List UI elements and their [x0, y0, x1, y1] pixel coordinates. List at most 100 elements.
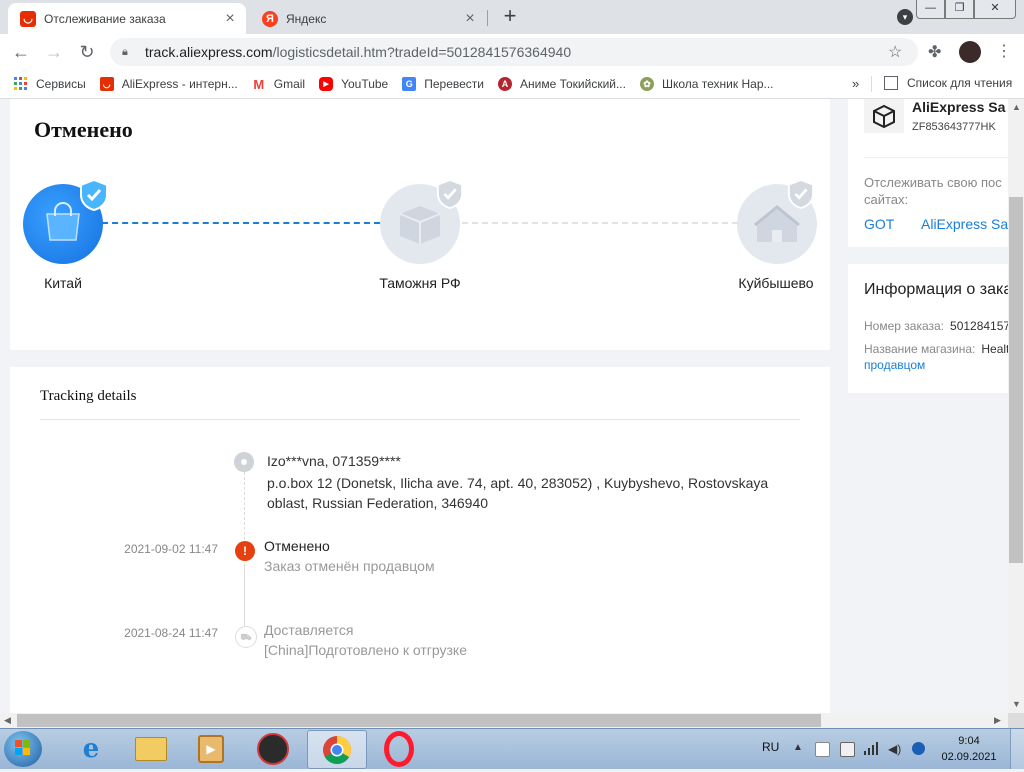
scroll-down-arrow-icon[interactable]: ▼	[1012, 699, 1021, 709]
tracking-details-card: Tracking details Izo***vna, 071359**** p…	[10, 367, 830, 713]
show-desktop-button[interactable]	[1010, 729, 1024, 769]
bookmark-aliexpress[interactable]: ◡ AliExpress - интерн...	[99, 77, 238, 91]
windows-taskbar: e ▶ RU ▲ ◀) 9:04 02.09.2021	[0, 728, 1024, 769]
tab-strip: ◡ Отслеживание заказа × Я Яндекс × + ▾ —…	[0, 0, 1024, 34]
event-description: [China]Подготовлено к отгрузке	[264, 642, 467, 658]
order-number-row: Номер заказа: 501284157	[864, 319, 1008, 333]
input-language[interactable]: RU	[762, 740, 779, 754]
stage-label-china: Китай	[44, 275, 82, 291]
url-host: track.aliexpress.com	[145, 44, 273, 60]
truck-icon: ⛟	[235, 626, 257, 648]
bookmark-gmail[interactable]: M Gmail	[252, 76, 306, 92]
bookmark-label: Перевести	[424, 77, 484, 91]
minimize-button[interactable]: —	[916, 0, 945, 19]
close-window-button[interactable]: ✕	[974, 0, 1016, 19]
tab-title: Яндекс	[286, 11, 327, 26]
tab-tracking[interactable]: ◡ Отслеживание заказа ×	[8, 3, 246, 34]
got-link[interactable]: GOT	[864, 216, 894, 232]
bookmark-label: Сервисы	[36, 77, 86, 91]
back-arrow-icon[interactable]: ←	[9, 40, 33, 64]
order-status-title: Отменено	[34, 117, 133, 142]
bookmark-anime[interactable]: A Аниме Токийский...	[498, 77, 626, 91]
vertical-scroll-thumb[interactable]	[1009, 197, 1023, 563]
extensions-puzzle-icon[interactable]: ✤	[928, 42, 941, 62]
url-text[interactable]: track.aliexpress.com/logisticsdetail.htm…	[145, 44, 888, 60]
scroll-up-arrow-icon[interactable]: ▲	[1012, 102, 1021, 112]
app-tray-icon[interactable]	[912, 742, 925, 755]
other-sites-text: Отслеживать свою пос сайтах:	[864, 175, 1002, 207]
order-progress-card: Отменено Китай Таможня РФ Куйбышево	[10, 99, 830, 350]
horizontal-scroll-thumb[interactable]	[17, 714, 821, 727]
bookmark-services[interactable]: Сервисы	[14, 77, 86, 91]
bookmark-label: YouTube	[341, 77, 389, 91]
restore-button[interactable]: ❐	[945, 0, 974, 19]
address-bar[interactable]: 🔒︎ track.aliexpress.com/logisticsdetail.…	[110, 38, 918, 66]
bookmark-label: Gmail	[273, 77, 306, 91]
stage-label-customs: Таможня РФ	[379, 275, 461, 291]
horizontal-scrollbar[interactable]: ◀ ▶	[0, 713, 1008, 728]
carrier-name: AliExpress Sa	[912, 99, 1006, 115]
tab-search-icon[interactable]: ▾	[897, 9, 913, 25]
taskbar-media-player-icon[interactable]: ▶	[182, 730, 240, 767]
gmail-icon: M	[253, 76, 265, 92]
taskbar-ie-icon[interactable]: e	[62, 730, 120, 767]
aliexpress-icon: ◡	[99, 77, 114, 91]
close-tab-icon[interactable]: ×	[458, 10, 482, 28]
order-info-card: Информация о зака Номер заказа: 501284157…	[848, 264, 1008, 393]
youtube-icon: ▶	[319, 77, 334, 91]
bookmark-youtube[interactable]: ▶ YouTube	[319, 77, 388, 91]
scroll-left-arrow-icon[interactable]: ◀	[4, 715, 11, 726]
action-center-flag-icon[interactable]	[815, 742, 830, 757]
timeline-connector	[244, 564, 245, 628]
anime-icon: A	[498, 77, 512, 91]
bookmark-label: AliExpress - интерн...	[121, 77, 238, 91]
reading-list-button[interactable]: Список для чтения	[884, 76, 1012, 90]
school-icon: ✿	[639, 77, 654, 91]
clock-time: 9:04	[958, 735, 980, 747]
scroll-right-arrow-icon[interactable]: ▶	[994, 715, 1001, 726]
package-box-icon	[864, 99, 904, 133]
taskbar-chrome-icon[interactable]	[307, 730, 367, 769]
aliexpress-icon: ◡	[20, 10, 36, 27]
system-clock[interactable]: 9:04 02.09.2021	[940, 733, 998, 765]
delivery-address: p.o.box 12 (Donetsk, Ilicha ave. 74, apt…	[267, 475, 769, 511]
taskbar-explorer-icon[interactable]	[122, 730, 180, 767]
yandex-icon: Я	[262, 10, 278, 27]
bookmark-school[interactable]: ✿ Школа техник Нар...	[639, 77, 774, 91]
close-tab-icon[interactable]: ×	[218, 10, 242, 28]
taskbar-game-app-icon[interactable]	[244, 730, 302, 767]
store-name-value[interactable]: Healt	[981, 342, 1008, 356]
browser-toolbar: ← → ↻ 🔒︎ track.aliexpress.com/logisticsd…	[0, 34, 1024, 70]
aliexpress-saver-link[interactable]: AliExpress Sav	[921, 216, 1008, 232]
network-signal-icon[interactable]	[864, 742, 878, 755]
device-icon[interactable]	[840, 742, 855, 757]
bookmark-translate[interactable]: G Перевести	[402, 77, 484, 91]
scrollbar-corner	[1008, 713, 1024, 728]
store-name-label: Название магазина:	[864, 342, 976, 356]
progress-line-done	[102, 222, 380, 224]
translate-icon: G	[402, 77, 417, 91]
taskbar-opera-icon[interactable]	[370, 730, 428, 767]
reload-icon[interactable]: ↻	[75, 40, 99, 64]
profile-avatar[interactable]	[959, 41, 981, 63]
tab-yandex[interactable]: Я Яндекс ×	[250, 3, 486, 34]
bookmark-star-icon[interactable]: ☆	[888, 42, 910, 62]
new-tab-button[interactable]: +	[498, 5, 522, 29]
tracking-number: ZF853643777HK	[912, 121, 996, 133]
bookmarks-overflow-button[interactable]: »	[852, 76, 859, 91]
store-seller-link[interactable]: продавцом	[864, 358, 925, 372]
tab-title: Отслеживание заказа	[44, 11, 166, 26]
stage-label-destination: Куйбышево	[738, 275, 814, 291]
vertical-scrollbar[interactable]: ▲ ▼	[1008, 99, 1024, 713]
page-content: Отменено Китай Таможня РФ Куйбышево Trac…	[0, 99, 1008, 713]
bookmark-label: Аниме Токийский...	[520, 77, 626, 91]
carrier-card: AliExpress Sa ZF853643777HK Отслеживать …	[848, 99, 1008, 247]
tab-divider	[487, 10, 488, 26]
order-number-label: Номер заказа:	[864, 319, 945, 333]
forward-arrow-icon[interactable]: →	[42, 40, 66, 64]
volume-icon[interactable]: ◀)	[888, 742, 901, 756]
menu-kebab-icon[interactable]: ⋮	[996, 41, 1012, 61]
show-hidden-icons-icon[interactable]: ▲	[793, 742, 806, 755]
start-button[interactable]	[4, 731, 42, 767]
store-name-row: Название магазина: Healt	[864, 342, 1008, 356]
